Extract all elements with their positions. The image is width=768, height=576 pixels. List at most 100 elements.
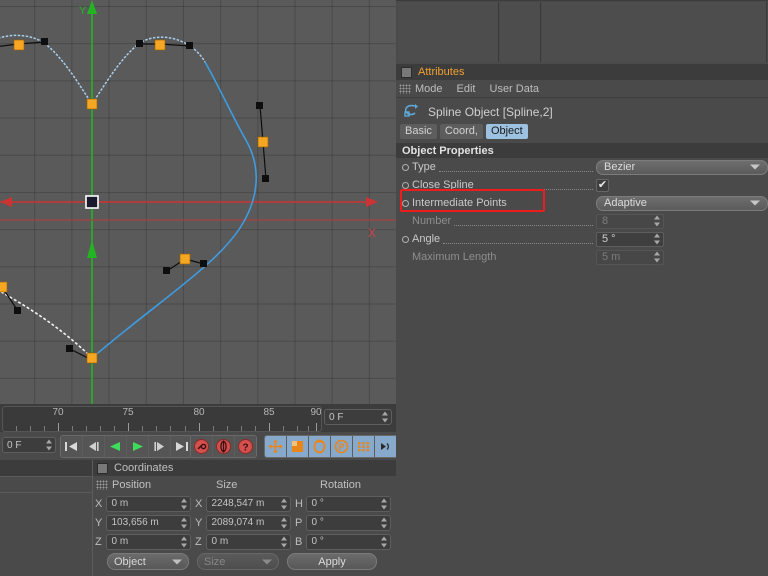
pos-x-field[interactable]: 0 m bbox=[106, 495, 191, 512]
rot-p-label: P bbox=[295, 516, 303, 529]
coordinate-mode-value: Object bbox=[114, 555, 146, 568]
attributes-title-bar[interactable]: Attributes bbox=[396, 64, 768, 80]
spinner-arrows[interactable] bbox=[180, 498, 187, 509]
spinner-arrows bbox=[653, 251, 660, 263]
type-dropdown[interactable]: Bezier bbox=[596, 159, 768, 175]
play-forward-icon[interactable] bbox=[127, 436, 149, 457]
attributes-menu-bar[interactable]: Mode Edit User Data bbox=[396, 80, 768, 98]
empty-panel-title-bar bbox=[0, 460, 92, 477]
angle-field[interactable]: 5 ° bbox=[596, 231, 664, 247]
spinner-arrows[interactable] bbox=[280, 517, 287, 528]
property-row-maximum-length: Maximum Length 5 m bbox=[396, 248, 768, 266]
type-value: Bezier bbox=[604, 161, 636, 173]
parameter-tool-icon[interactable]: P bbox=[331, 436, 353, 457]
scale-tool-icon[interactable] bbox=[287, 436, 309, 457]
perspective-viewport[interactable]: Y X bbox=[0, 0, 396, 404]
type-label: Type bbox=[412, 161, 436, 173]
checkmark-icon: ✔ bbox=[597, 178, 608, 191]
drag-handle-icon[interactable] bbox=[96, 479, 108, 490]
coordinates-row: Z 0 m Z 0 m B 0 ° bbox=[95, 532, 395, 551]
position-tool-icon[interactable] bbox=[265, 436, 287, 457]
col-header-rotation: Rotation bbox=[320, 478, 361, 491]
panel-menu-icon[interactable] bbox=[97, 462, 108, 474]
pos-x-value: 0 m bbox=[111, 498, 129, 509]
size-mode-dropdown[interactable]: Size bbox=[197, 553, 279, 570]
apply-button[interactable]: Apply bbox=[287, 553, 377, 570]
current-frame-field-left[interactable]: 0 F bbox=[2, 437, 56, 453]
menu-item-edit[interactable]: Edit bbox=[457, 83, 476, 95]
dot-leader bbox=[499, 253, 593, 262]
coordinates-title: Coordinates bbox=[114, 462, 174, 474]
pos-z-field[interactable]: 0 m bbox=[106, 533, 191, 550]
menu-item-user-data[interactable]: User Data bbox=[490, 83, 540, 95]
current-frame-field-right[interactable]: 0 F bbox=[324, 409, 392, 425]
close-spline-checkbox[interactable]: ✔ bbox=[596, 178, 609, 192]
animation-track-bullet-icon[interactable] bbox=[402, 163, 409, 171]
record-controls[interactable]: ? bbox=[190, 435, 257, 458]
number-field-wrap: 8 bbox=[596, 213, 768, 229]
tab-coord[interactable]: Coord, bbox=[439, 124, 483, 139]
size-x-field[interactable]: 2248,547 m bbox=[206, 495, 291, 512]
timeline-ruler[interactable]: 70 75 80 85 90 bbox=[2, 406, 322, 432]
size-z-field[interactable]: 0 m bbox=[206, 533, 291, 550]
spinner-arrows[interactable] bbox=[380, 517, 387, 528]
autokeying-icon[interactable] bbox=[213, 436, 235, 457]
rot-p-field[interactable]: 0 ° bbox=[306, 514, 391, 531]
svg-text:P: P bbox=[338, 442, 344, 452]
rot-h-field[interactable]: 0 ° bbox=[306, 495, 391, 512]
spinner-arrows[interactable] bbox=[180, 517, 187, 528]
col-header-position: Position bbox=[112, 478, 152, 491]
spinner-arrows[interactable] bbox=[653, 233, 660, 245]
spinner-arrows[interactable] bbox=[280, 536, 287, 547]
current-frame-value: 0 F bbox=[329, 411, 344, 423]
spinner-arrows[interactable] bbox=[380, 536, 387, 547]
animation-track-bullet-icon[interactable] bbox=[402, 181, 409, 189]
panel-menu-icon[interactable] bbox=[401, 66, 412, 78]
maximum-length-field: 5 m bbox=[596, 249, 664, 265]
drag-handle-icon[interactable] bbox=[399, 83, 411, 94]
animation-track-bullet-icon[interactable] bbox=[402, 235, 409, 243]
chevron-down-icon bbox=[750, 164, 760, 170]
property-row-number: Number 8 bbox=[396, 212, 768, 230]
coordinates-manager: Coordinates Position Size Rotation X 0 m… bbox=[92, 460, 397, 576]
dot-leader bbox=[438, 162, 593, 172]
spline-segment-selected bbox=[91, 61, 257, 359]
pos-x-label: X bbox=[95, 497, 103, 510]
record-active-objects-icon[interactable] bbox=[191, 436, 213, 457]
transport-controls[interactable] bbox=[60, 435, 193, 458]
previous-key-icon[interactable] bbox=[83, 436, 105, 457]
tab-basic[interactable]: Basic bbox=[400, 124, 437, 139]
rot-h-label: H bbox=[295, 497, 303, 510]
close-spline-label: Close Spline bbox=[412, 179, 474, 191]
coordinates-title-bar[interactable]: Coordinates bbox=[93, 460, 397, 476]
menu-item-mode[interactable]: Mode bbox=[415, 83, 443, 95]
tab-object[interactable]: Object bbox=[485, 124, 528, 139]
size-y-value: 2089,074 m bbox=[211, 517, 265, 528]
spinner-arrows bbox=[653, 215, 660, 227]
timeline-strip[interactable]: 70 75 80 85 90 0 F bbox=[0, 404, 396, 432]
size-y-field[interactable]: 2089,074 m bbox=[206, 514, 291, 531]
animation-toolbar[interactable]: 0 F ? P bbox=[0, 432, 419, 460]
coordinate-mode-dropdown[interactable]: Object bbox=[107, 553, 189, 570]
empty-panel-bottom-left bbox=[0, 460, 92, 576]
spinner-arrows[interactable] bbox=[381, 411, 388, 423]
spinner-arrows[interactable] bbox=[45, 439, 52, 451]
pla-icon[interactable] bbox=[375, 436, 397, 457]
go-to-end-icon[interactable] bbox=[171, 436, 192, 457]
rotation-tool-icon[interactable] bbox=[309, 436, 331, 457]
intermediate-points-dropdown[interactable]: Adaptive bbox=[596, 195, 768, 211]
animation-track-bullet-icon[interactable] bbox=[402, 199, 409, 207]
next-key-icon[interactable] bbox=[149, 436, 171, 457]
rot-h-value: 0 ° bbox=[311, 498, 324, 509]
attribute-tabs[interactable]: Basic Coord, Object bbox=[396, 124, 768, 139]
keyframe-selection-icon[interactable]: ? bbox=[235, 436, 256, 457]
spinner-arrows[interactable] bbox=[380, 498, 387, 509]
play-reverse-icon[interactable] bbox=[105, 436, 127, 457]
number-value: 8 bbox=[602, 215, 609, 227]
spinner-arrows[interactable] bbox=[280, 498, 287, 509]
go-to-start-icon[interactable] bbox=[61, 436, 83, 457]
point-level-icon[interactable] bbox=[353, 436, 375, 457]
pos-y-field[interactable]: 103,656 m bbox=[106, 514, 191, 531]
spinner-arrows[interactable] bbox=[180, 536, 187, 547]
rot-b-field[interactable]: 0 ° bbox=[306, 533, 391, 550]
